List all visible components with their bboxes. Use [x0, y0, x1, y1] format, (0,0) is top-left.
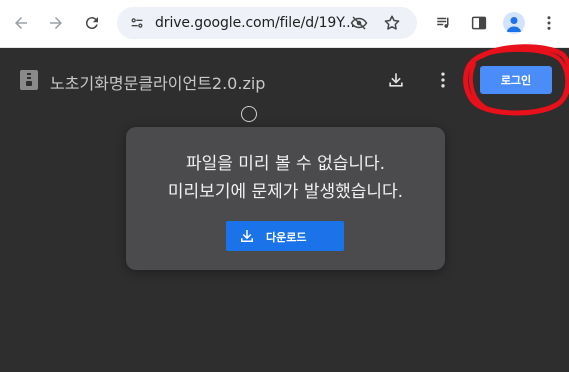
browser-toolbar: drive.google.com/file/d/19Y... — [0, 0, 569, 48]
file-name: 노초기화명문클라이언트2.0.zip — [50, 74, 266, 93]
zip-file-icon — [20, 70, 38, 90]
login-button[interactable]: 로그인 — [480, 66, 552, 94]
error-message-line-1: 파일을 미리 볼 수 없습니다. — [185, 154, 386, 174]
loading-spinner — [241, 106, 257, 122]
more-vert-icon[interactable] — [537, 11, 561, 35]
profile-icon[interactable] — [502, 11, 526, 35]
download-label: 다운로드 — [266, 231, 307, 244]
more-actions-icon[interactable] — [430, 67, 456, 93]
bookmark-star-icon[interactable] — [382, 13, 402, 33]
download-button[interactable]: 다운로드 — [226, 221, 344, 251]
eye-off-icon[interactable] — [349, 13, 369, 33]
download-icon[interactable] — [383, 67, 409, 93]
back-icon[interactable] — [9, 11, 33, 35]
reload-icon[interactable] — [80, 11, 104, 35]
preview-error-dialog: 파일을 미리 볼 수 없습니다. 미리보기에 문제가 발생했습니다. 다운로드 — [126, 127, 445, 270]
error-message-line-2: 미리보기에 문제가 발생했습니다. — [167, 182, 404, 202]
download-icon — [238, 227, 256, 245]
media-controls-icon[interactable] — [432, 11, 456, 35]
side-panel-icon[interactable] — [467, 11, 491, 35]
forward-icon[interactable] — [44, 11, 68, 35]
site-info-icon[interactable] — [127, 13, 147, 33]
url-text[interactable]: drive.google.com/file/d/19Y... — [155, 15, 355, 31]
address-bar[interactable]: drive.google.com/file/d/19Y... — [117, 7, 417, 39]
